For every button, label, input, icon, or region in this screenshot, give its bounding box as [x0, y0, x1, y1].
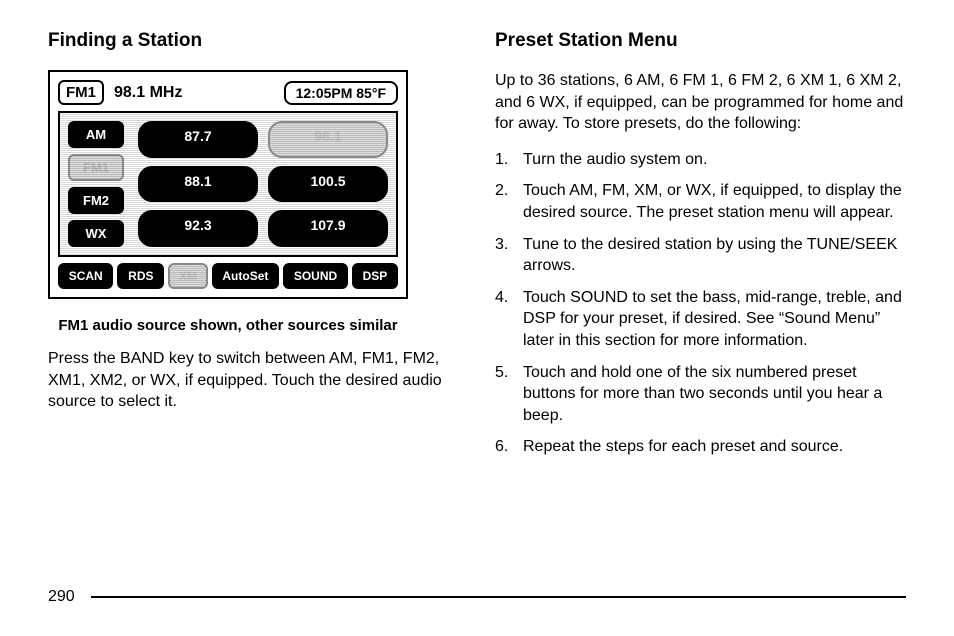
band-indicator: FM1 [58, 80, 104, 105]
sound-button[interactable]: SOUND [283, 263, 348, 289]
right-heading: Preset Station Menu [495, 30, 906, 52]
source-fm2-button[interactable]: FM2 [68, 187, 124, 214]
source-am-button[interactable]: AM [68, 121, 124, 148]
frequency-readout: 98.1 MHz [110, 84, 278, 102]
preset-2-button[interactable]: 98.1 [268, 121, 388, 158]
source-wx-button[interactable]: WX [68, 220, 124, 247]
clock-temp-readout: 12:05PM 85°F [284, 81, 398, 105]
step-item: Touch and hold one of the six numbered p… [495, 362, 906, 427]
footer-rule [91, 596, 906, 598]
autoset-button[interactable]: AutoSet [212, 263, 279, 289]
radio-figure: FM1 98.1 MHz 12:05PM 85°F AM FM1 FM2 WX … [48, 70, 408, 299]
preset-5-button[interactable]: 92.3 [138, 210, 258, 247]
page-number: 290 [48, 588, 75, 606]
preset-3-button[interactable]: 88.1 [138, 166, 258, 203]
step-item: Turn the audio system on. [495, 149, 906, 171]
left-heading: Finding a Station [48, 30, 459, 52]
right-intro: Up to 36 stations, 6 AM, 6 FM 1, 6 FM 2,… [495, 70, 906, 135]
steps-list: Turn the audio system on. Touch AM, FM, … [495, 149, 906, 458]
scan-button[interactable]: SCAN [58, 263, 113, 289]
right-column: Preset Station Menu Up to 36 stations, 6… [495, 30, 906, 468]
xm-button[interactable]: XM [168, 263, 207, 289]
preset-1-button[interactable]: 87.7 [138, 121, 258, 158]
preset-6-button[interactable]: 107.9 [268, 210, 388, 247]
dsp-button[interactable]: DSP [352, 263, 398, 289]
step-item: Touch AM, FM, XM, or WX, if equipped, to… [495, 180, 906, 223]
step-item: Repeat the steps for each preset and sou… [495, 436, 906, 458]
left-column: Finding a Station FM1 98.1 MHz 12:05PM 8… [48, 30, 459, 468]
left-paragraph: Press the BAND key to switch between AM,… [48, 348, 459, 413]
step-item: Touch SOUND to set the bass, mid-range, … [495, 287, 906, 352]
source-fm1-button[interactable]: FM1 [68, 154, 124, 181]
figure-caption: FM1 audio source shown, other sources si… [48, 317, 408, 334]
rds-button[interactable]: RDS [117, 263, 164, 289]
step-item: Tune to the desired station by using the… [495, 234, 906, 277]
preset-4-button[interactable]: 100.5 [268, 166, 388, 203]
page-footer: 290 [48, 588, 906, 606]
